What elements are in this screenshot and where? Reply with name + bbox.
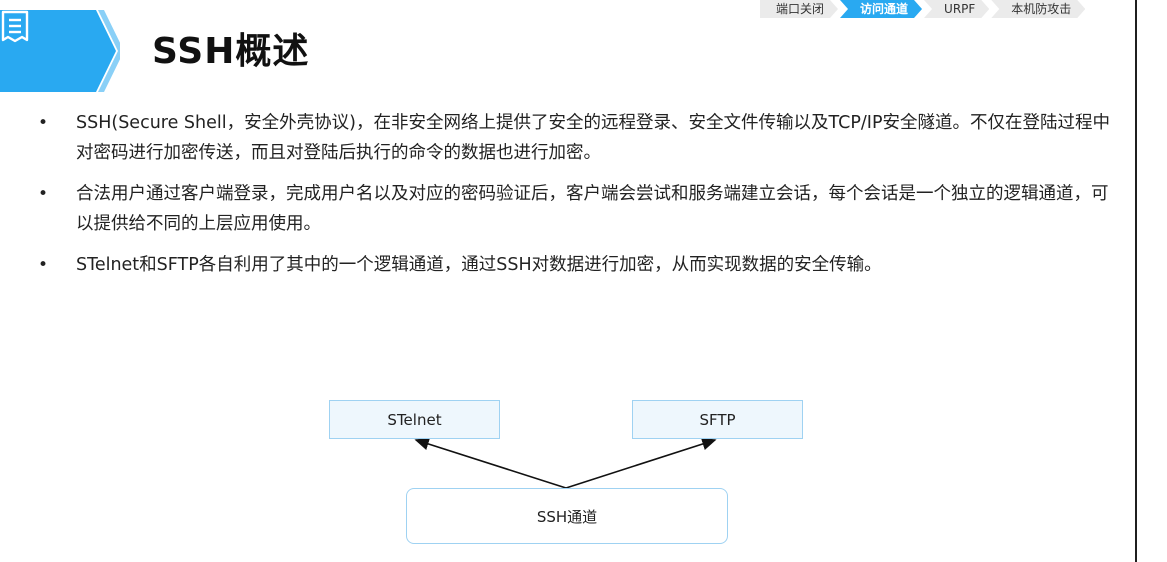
sftp-label: SFTP bbox=[699, 410, 736, 429]
ssh-channel-box: SSH通道 bbox=[406, 488, 728, 544]
stelnet-label: STelnet bbox=[387, 410, 442, 429]
arrow-to-sftp bbox=[565, 437, 717, 489]
sftp-box: SFTP bbox=[632, 400, 803, 439]
arrow-to-stelnet bbox=[414, 437, 567, 489]
stelnet-box: STelnet bbox=[329, 400, 500, 439]
diagram-arrows bbox=[414, 437, 717, 489]
ssh-channel-label: SSH通道 bbox=[536, 507, 598, 526]
